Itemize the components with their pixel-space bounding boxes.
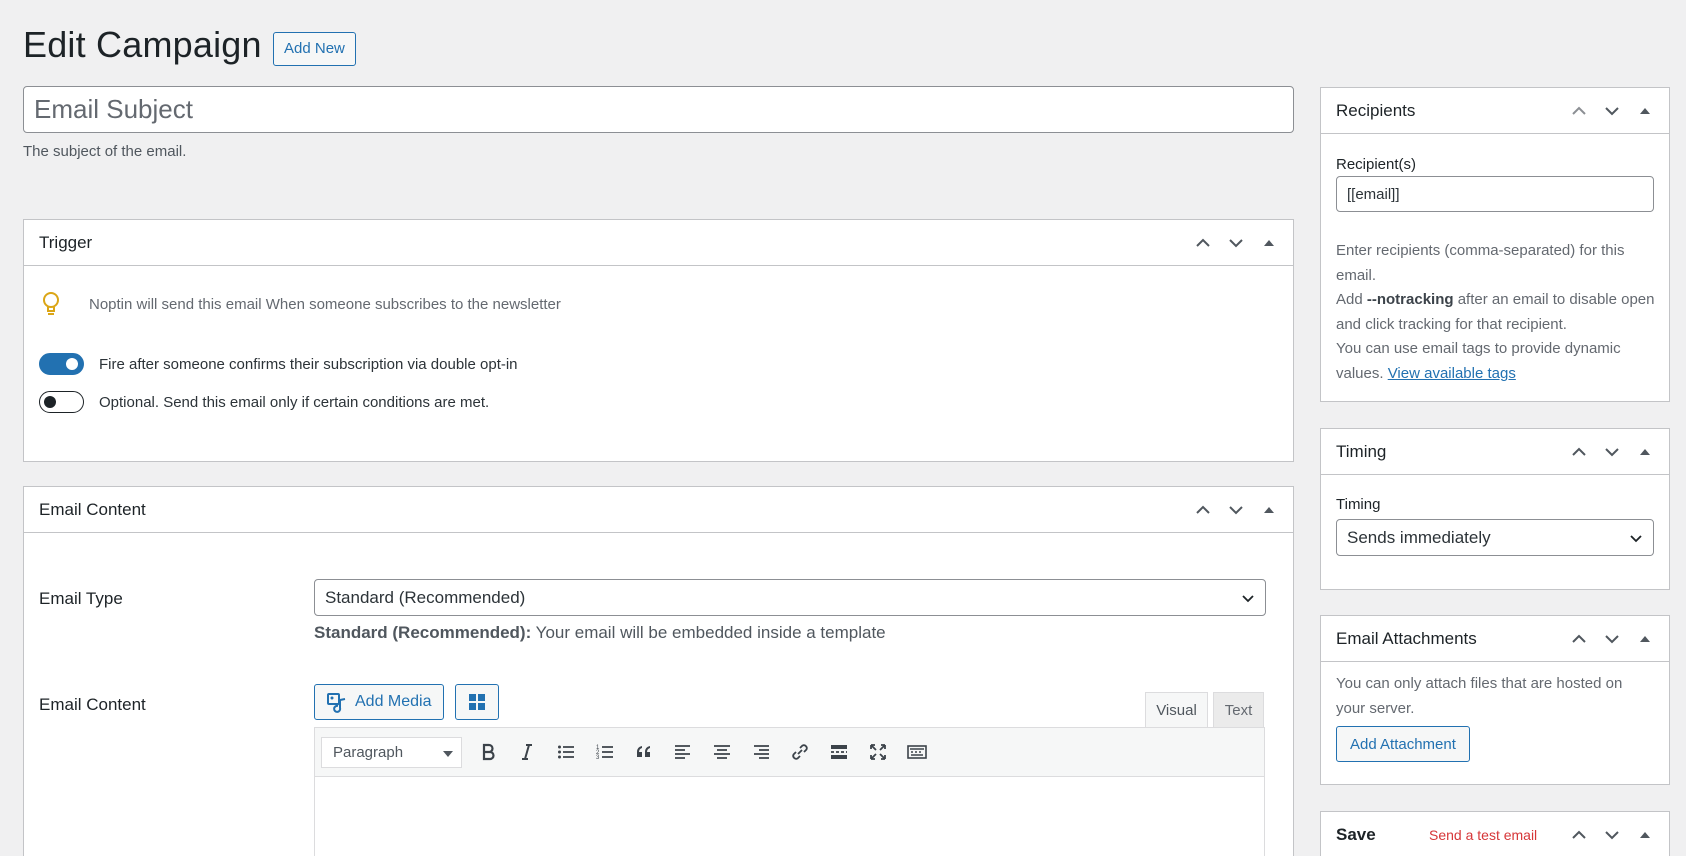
attachments-box: Email Attachments You can only attach fi… [1320, 615, 1670, 785]
move-down-icon[interactable] [1595, 623, 1628, 656]
read-more-icon[interactable] [819, 735, 858, 769]
move-up-icon[interactable] [1186, 494, 1219, 527]
email-content-box: Email Content Email Type Standard (Recom… [23, 486, 1294, 856]
recipients-box: Recipients Recipient(s) Enter recipients… [1320, 87, 1670, 402]
email-subject-input[interactable] [23, 86, 1294, 133]
italic-icon[interactable] [507, 735, 546, 769]
trigger-tip: Noptin will send this email When someone… [39, 290, 561, 318]
collapse-toggle-icon[interactable] [1628, 819, 1661, 852]
trigger-box-header: Trigger [24, 220, 1293, 266]
recipients-box-title: Recipients [1336, 100, 1416, 120]
bold-icon[interactable] [468, 735, 507, 769]
align-center-icon[interactable] [702, 735, 741, 769]
email-type-select[interactable]: Standard (Recommended) [314, 579, 1266, 616]
timing-box-title: Timing [1336, 441, 1387, 461]
fullscreen-icon[interactable] [858, 735, 897, 769]
tab-text[interactable]: Text [1213, 692, 1264, 728]
email-type-description-text: Your email will be embedded inside a tem… [531, 623, 886, 642]
recipients-input[interactable] [1336, 176, 1654, 212]
move-up-icon[interactable] [1186, 227, 1219, 260]
add-attachment-button[interactable]: Add Attachment [1336, 726, 1470, 762]
email-type-value: Standard (Recommended) [325, 587, 526, 607]
timing-field-label: Timing [1336, 496, 1381, 513]
email-type-label: Email Type [39, 589, 123, 608]
toolbar-toggle-icon[interactable] [897, 735, 936, 769]
double-optin-toggle[interactable] [39, 353, 84, 375]
editor-content-area[interactable] [314, 776, 1265, 856]
conditions-toggle-row: Optional. Send this email only if certai… [39, 391, 489, 413]
double-optin-label: Fire after someone confirms their subscr… [99, 355, 518, 373]
chevron-down-icon [1630, 535, 1642, 543]
timing-box-header: Timing [1321, 429, 1669, 475]
caret-down-icon [443, 750, 453, 757]
save-box: Save Send a test email [1320, 811, 1670, 856]
view-tags-link[interactable]: View available tags [1388, 365, 1516, 382]
move-up-icon[interactable] [1562, 819, 1595, 852]
email-type-description-bold: Standard (Recommended): [314, 623, 532, 642]
move-down-icon[interactable] [1595, 436, 1628, 469]
recipients-help-2-prefix: Add [1336, 291, 1367, 308]
email-content-box-header: Email Content [24, 487, 1293, 533]
format-select[interactable]: Paragraph [321, 736, 462, 768]
lightbulb-icon [39, 290, 63, 318]
recipients-field-label: Recipient(s) [1336, 156, 1417, 173]
svg-text:3: 3 [596, 755, 600, 761]
collapse-toggle-icon[interactable] [1628, 436, 1661, 469]
move-up-icon[interactable] [1562, 95, 1595, 128]
trigger-box-title: Trigger [39, 232, 93, 252]
collapse-toggle-icon[interactable] [1628, 623, 1661, 656]
double-optin-toggle-row: Fire after someone confirms their subscr… [39, 353, 518, 375]
format-select-value: Paragraph [333, 743, 404, 761]
email-content-box-title: Email Content [39, 499, 146, 519]
move-down-icon[interactable] [1595, 95, 1628, 128]
numbered-list-icon[interactable]: 123 [585, 735, 624, 769]
grid-icon [469, 694, 485, 710]
send-test-email-link[interactable]: Send a test email [1429, 827, 1537, 843]
save-box-header: Save Send a test email [1321, 812, 1669, 856]
attachments-box-header: Email Attachments [1321, 616, 1669, 662]
align-left-icon[interactable] [663, 735, 702, 769]
collapse-toggle-icon[interactable] [1252, 227, 1285, 260]
bullet-list-icon[interactable] [546, 735, 585, 769]
recipients-box-header: Recipients [1321, 88, 1669, 134]
conditions-toggle[interactable] [39, 391, 84, 413]
media-icon [327, 693, 346, 713]
move-up-icon[interactable] [1562, 436, 1595, 469]
move-down-icon[interactable] [1595, 819, 1628, 852]
tab-visual[interactable]: Visual [1145, 692, 1208, 728]
blockquote-icon[interactable] [624, 735, 663, 769]
timing-value: Sends immediately [1347, 527, 1491, 547]
align-right-icon[interactable] [741, 735, 780, 769]
editor-toolbar: Paragraph 123 [314, 727, 1265, 777]
recipients-help-1: Enter recipients (comma-separated) for t… [1336, 242, 1625, 284]
trigger-tip-text: Noptin will send this email When someone… [89, 295, 561, 313]
timing-box: Timing Timing Sends immediately [1320, 428, 1670, 590]
attachments-help: You can only attach files that are hoste… [1336, 675, 1623, 717]
save-box-title: Save [1336, 824, 1376, 844]
conditions-label: Optional. Send this email only if certai… [99, 393, 490, 411]
email-type-description: Standard (Recommended): Your email will … [314, 623, 886, 643]
attachments-box-title: Email Attachments [1336, 628, 1477, 648]
block-layout-button[interactable] [455, 684, 499, 720]
notracking-flag: --notracking [1366, 291, 1454, 308]
add-media-label: Add Media [355, 693, 432, 710]
move-down-icon[interactable] [1219, 494, 1252, 527]
move-up-icon[interactable] [1562, 623, 1595, 656]
add-new-button[interactable]: Add New [273, 32, 356, 66]
collapse-toggle-icon[interactable] [1252, 494, 1285, 527]
timing-select[interactable]: Sends immediately [1336, 519, 1654, 556]
link-icon[interactable] [780, 735, 819, 769]
page-title: Edit Campaign [23, 24, 262, 65]
chevron-down-icon [1242, 595, 1254, 603]
trigger-box: Trigger Noptin will send this email When… [23, 219, 1294, 462]
collapse-toggle-icon[interactable] [1628, 95, 1661, 128]
recipients-help: Enter recipients (comma-separated) for t… [1336, 239, 1655, 386]
move-down-icon[interactable] [1219, 227, 1252, 260]
email-content-label: Email Content [39, 695, 146, 714]
subject-description: The subject of the email. [23, 143, 187, 160]
add-media-button[interactable]: Add Media [314, 684, 444, 720]
